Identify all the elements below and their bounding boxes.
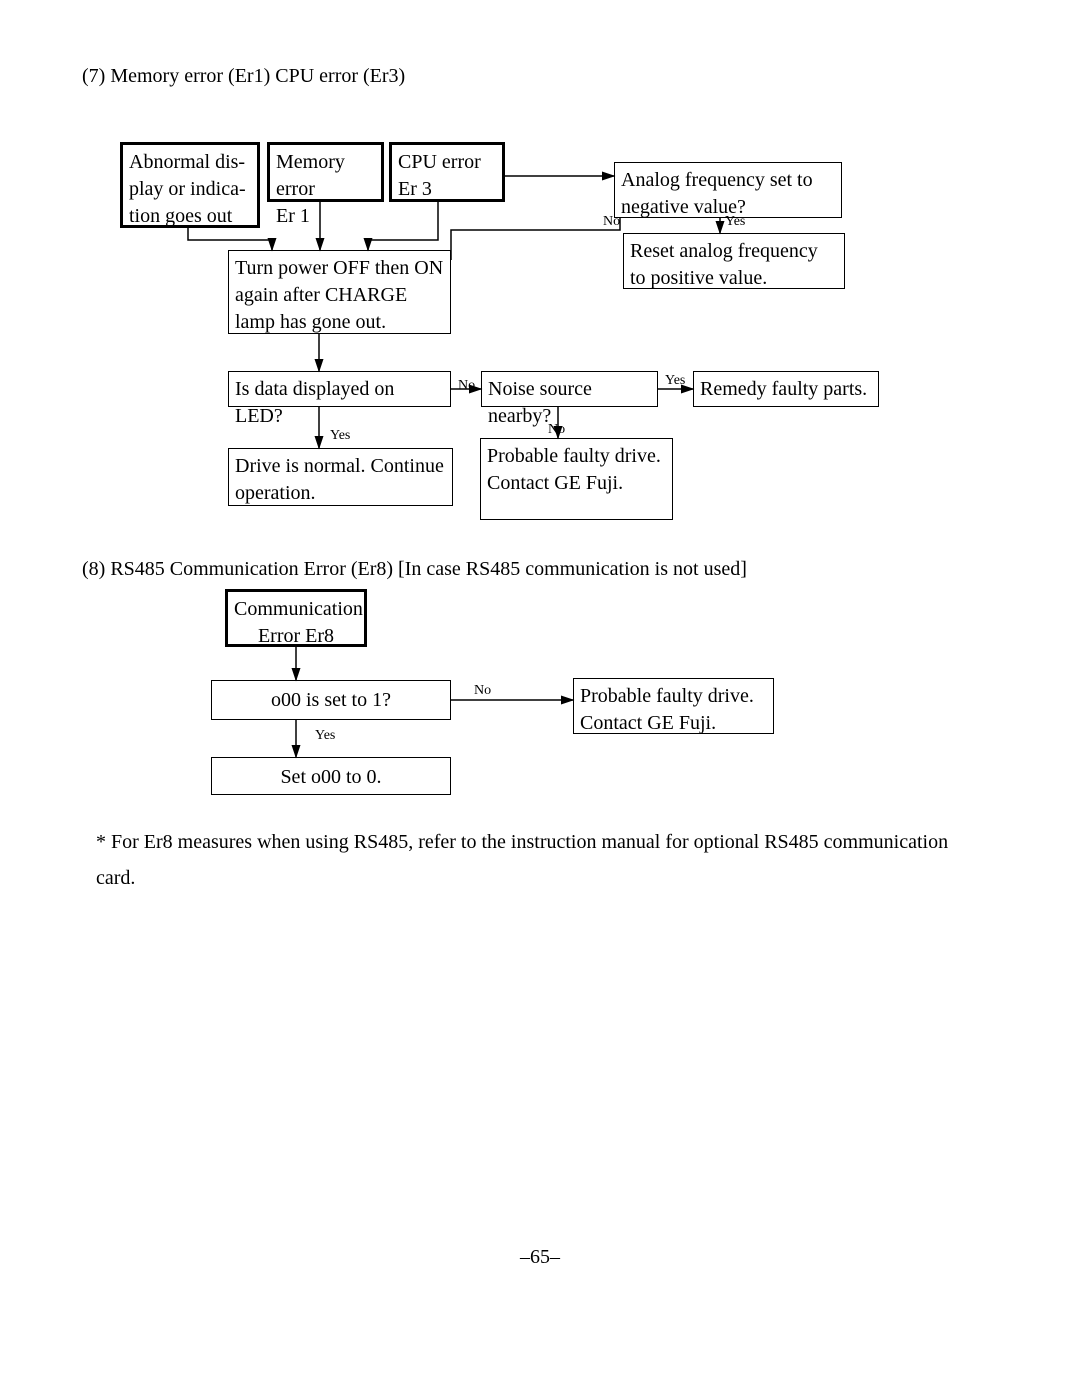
box-drive-normal: Drive is normal. Continue operation. xyxy=(228,448,453,506)
page-number: –65– xyxy=(520,1246,560,1269)
footnote-er8: * For Er8 measures when using RS485, ref… xyxy=(96,824,966,896)
box-power-cycle: Turn power OFF then ON again after CHARG… xyxy=(228,250,451,334)
box-data-led-question: Is data displayed on LED? xyxy=(228,371,451,407)
box-memory-error: Memory error Er 1 xyxy=(267,142,384,202)
section-8-title: (8) RS485 Communication Error (Er8) [In … xyxy=(82,558,747,581)
box-reset-analog: Reset analog frequency to positive value… xyxy=(623,233,845,289)
label-no-o00: No xyxy=(474,683,491,699)
box-faulty-drive-7: Probable faulty drive. Contact GE Fuji. xyxy=(480,438,673,520)
label-yes-noise: Yes xyxy=(665,373,685,389)
box-analog-freq-question: Analog frequency set to negative value? xyxy=(614,162,842,218)
label-no-analog: No xyxy=(603,214,620,230)
box-comm-error: Communication Error Er8 xyxy=(225,589,367,647)
box-o00-question: o00 is set to 1? xyxy=(211,680,451,720)
box-noise-question: Noise source nearby? xyxy=(481,371,658,407)
box-remedy: Remedy faulty parts. xyxy=(693,371,879,407)
box-faulty-drive-8: Probable faulty drive. Contact GE Fuji. xyxy=(573,678,774,734)
label-yes-led: Yes xyxy=(330,428,350,444)
box-set-o00: Set o00 to 0. xyxy=(211,757,451,795)
section-7-title: (7) Memory error (Er1) CPU error (Er3) xyxy=(82,65,405,88)
box-abnormal-display: Abnormal dis- play or indica- tion goes … xyxy=(120,142,260,228)
label-yes-analog: Yes xyxy=(725,214,745,230)
box-cpu-error: CPU error Er 3 xyxy=(389,142,505,202)
label-yes-o00: Yes xyxy=(315,728,335,744)
label-no-led: No xyxy=(458,378,475,394)
label-no-noise: No xyxy=(548,422,565,438)
